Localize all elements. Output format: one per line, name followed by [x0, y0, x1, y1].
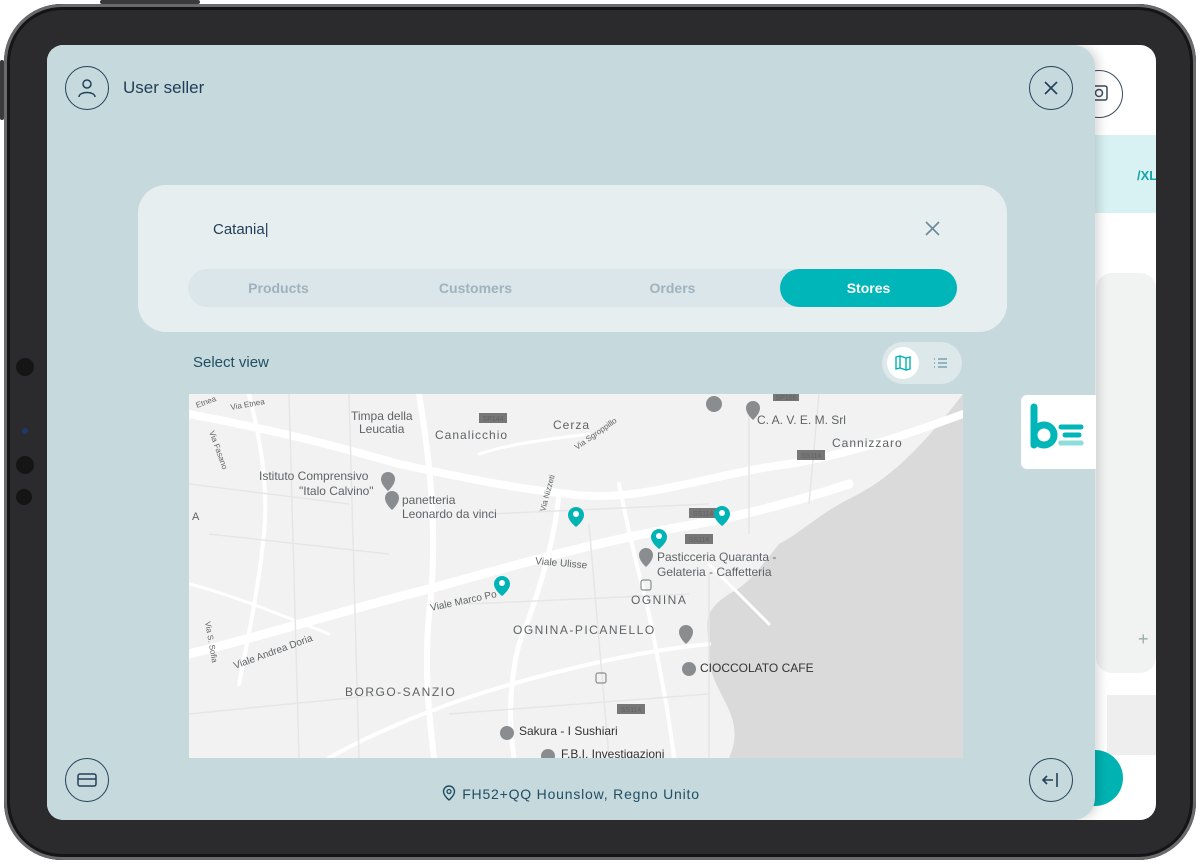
map-label-sp144: SP144 — [482, 416, 503, 423]
search-tabs: Products Customers Orders Stores — [188, 269, 958, 307]
brand-logo-tab — [1021, 395, 1096, 469]
bg-size-text: /XL — [1137, 168, 1156, 183]
map-label-cannizzaro: Cannizzaro — [832, 436, 903, 450]
volume-button — [0, 60, 4, 120]
logout-button[interactable] — [1029, 758, 1073, 802]
location-pin-icon — [443, 785, 456, 801]
select-view-label: Select view — [193, 354, 269, 371]
search-input[interactable] — [213, 217, 813, 241]
location-address: FH52+QQ Hounslow, Regno Unito — [462, 786, 700, 802]
map-label-cerza: Cerza — [553, 418, 590, 432]
search-panel: User seller Products Customers Orders St… — [47, 45, 1095, 820]
list-view-button[interactable] — [924, 347, 956, 379]
store-pin[interactable] — [568, 507, 584, 527]
map-label-timpa-2: Leucatia — [359, 422, 405, 436]
bg-card-2 — [1107, 695, 1156, 755]
tab-orders[interactable]: Orders — [584, 269, 761, 307]
map-label-ss114-a: SS114 — [801, 453, 822, 460]
map-label-istituto-2: "Italo Calvino" — [299, 484, 374, 498]
map-label-istituto-1: Istituto Comprensivo — [259, 469, 369, 483]
map-label-etnea-2: Etnea — [195, 394, 218, 410]
search-card: Products Customers Orders Stores — [138, 185, 1007, 332]
stores-map[interactable]: SP144 SP166 SS114 SS114 SS114 SS114 Etne… — [189, 394, 963, 758]
tab-stores[interactable]: Stores — [780, 269, 957, 307]
bg-size-strip: /XL — [1087, 135, 1156, 213]
map-canvas: SP144 SP166 SS114 SS114 SS114 SS114 Etne… — [189, 394, 963, 758]
screen: /XL + User seller Products Customers Ord… — [47, 45, 1156, 820]
map-label-pasticceria-1: Pasticceria Quaranta - — [657, 550, 776, 564]
map-label-cavem: C. A. V. E. M. Srl — [757, 413, 846, 427]
bg-product-card: + — [1096, 273, 1156, 673]
be-logo-icon — [1030, 403, 1084, 449]
camera-lens — [22, 428, 28, 434]
tab-customers[interactable]: Customers — [387, 269, 564, 307]
store-pin[interactable] — [651, 529, 667, 549]
map-label-ss114-d: SS114 — [621, 707, 642, 714]
user-icon — [78, 79, 96, 98]
sensor-dot-2 — [16, 489, 32, 505]
close-icon — [925, 221, 940, 236]
close-button[interactable] — [1029, 66, 1073, 110]
map-label-viale-marco-polo: Viale Marco Po — [429, 589, 498, 614]
camera-dot — [16, 358, 34, 376]
tab-products[interactable]: Products — [190, 269, 367, 307]
exit-arrow-icon — [1041, 773, 1058, 787]
map-label-timpa-1: Timpa della — [351, 409, 413, 423]
view-toggle — [882, 342, 962, 384]
map-label-ss114-b: SS114 — [693, 511, 714, 518]
map-label-cioccolato: CIOCCOLATO CAFE — [700, 661, 814, 675]
clear-search-button[interactable] — [923, 219, 943, 239]
store-pin[interactable] — [494, 576, 510, 596]
map-label-via-fasano: Via Fasano — [207, 430, 229, 471]
map-view-button[interactable] — [887, 347, 919, 379]
map-label-borgo-sanzio: BORGO-SANZIO — [345, 685, 456, 699]
map-view-icon — [895, 355, 911, 371]
map-label-sakura: Sakura - I Sushiari — [519, 724, 618, 738]
map-label-ss114-c: SS114 — [689, 537, 710, 544]
sensor-dot — [16, 456, 34, 474]
map-label-canalicchio: Canalicchio — [435, 428, 508, 442]
map-label-pasticceria-2: Gelateria - Caffetteria — [657, 565, 772, 579]
map-label-ognina: OGNINA — [631, 593, 687, 607]
map-label-via-etnea: Via Etnea — [230, 397, 266, 412]
user-label: User seller — [123, 78, 205, 97]
bg-plus-icon: + — [1138, 629, 1149, 649]
map-label-ognina-picanello: OGNINA-PICANELLO — [513, 623, 656, 637]
map-label-fbi: F.B.I. Investigazioni — [561, 747, 664, 758]
user-button[interactable] — [65, 66, 109, 110]
location-footer: FH52+QQ Hounslow, Regno Unito — [47, 785, 1095, 802]
map-label-panetteria-1: panetteria — [402, 493, 456, 507]
close-icon — [1044, 81, 1058, 95]
power-button — [100, 0, 200, 4]
map-label-sp166: SP166 — [775, 395, 796, 402]
map-label-panetteria-2: Leonardo da vinci — [402, 507, 497, 521]
map-label-a: A — [192, 511, 200, 523]
list-view-icon — [934, 358, 947, 368]
